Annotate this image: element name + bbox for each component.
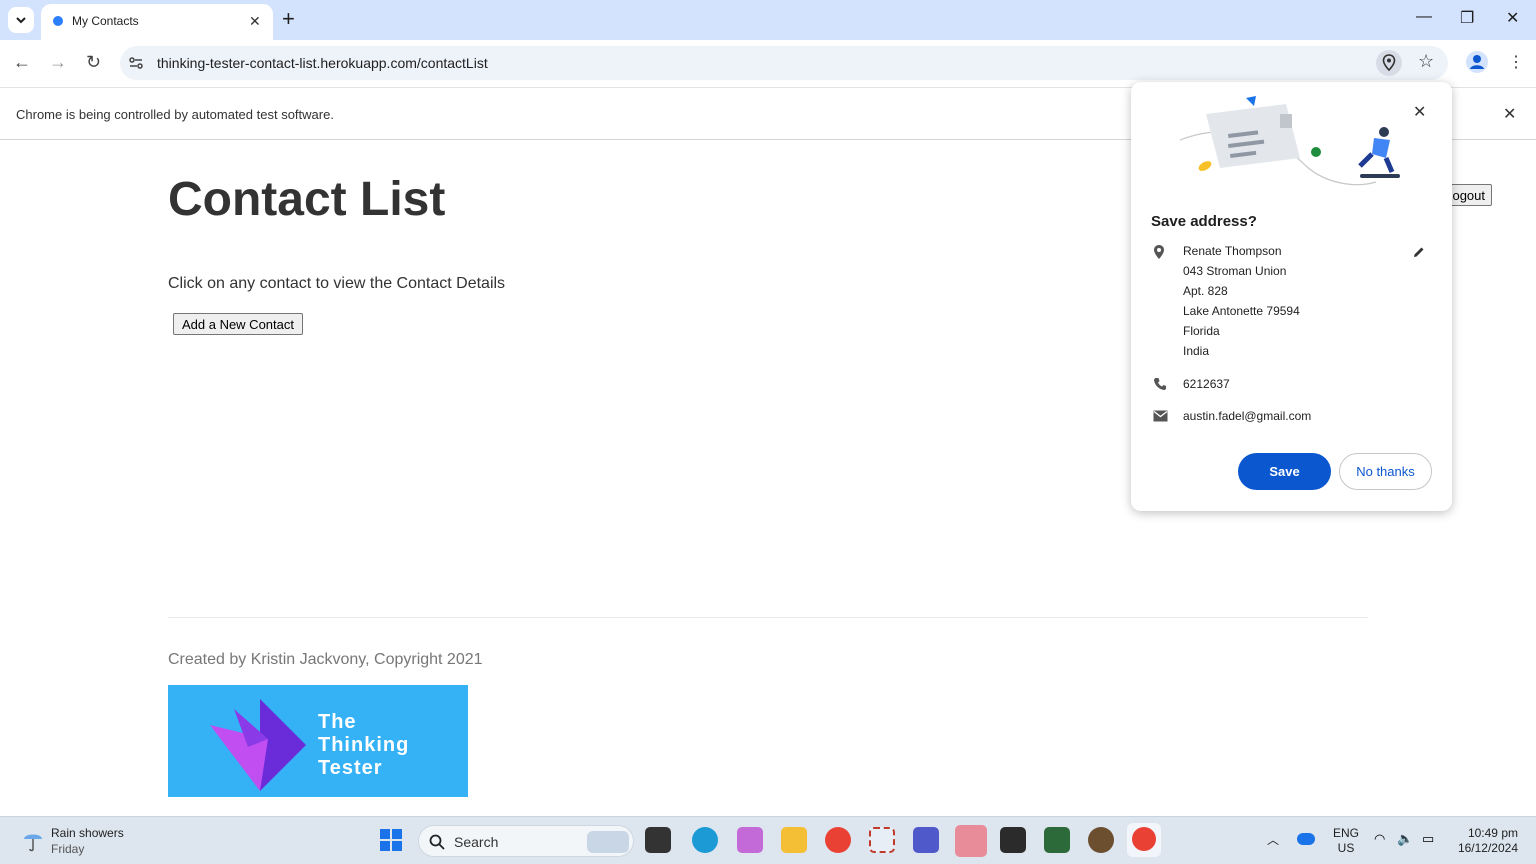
browser-toolbar: ← → ↻ thinking-tester-contact-list.herok… (0, 40, 1536, 87)
clock[interactable]: 10:49 pm 16/12/2024 (1450, 826, 1518, 856)
logo-word-tester: Tester (318, 757, 383, 779)
page-title: Contact List (168, 173, 446, 226)
xmind-icon[interactable] (955, 825, 987, 857)
infobar-message: Chrome is being controlled by automated … (16, 107, 334, 122)
app-badge-icon[interactable] (1088, 827, 1114, 853)
minimize-icon[interactable]: — (1416, 8, 1432, 26)
site-info-icon[interactable] (128, 55, 144, 71)
address-name: Renate Thompson (1183, 244, 1282, 258)
onedrive-icon[interactable] (1297, 833, 1315, 845)
infobar-close-icon[interactable]: ✕ (1503, 104, 1516, 124)
location-pin-icon[interactable] (1376, 50, 1402, 76)
language-indicator[interactable]: ENG US (1333, 826, 1359, 856)
popup-close-icon[interactable]: ✕ (1413, 102, 1426, 122)
save-address-popup: ✕ Save address? Renate Thompson 043 Stro… (1131, 82, 1452, 511)
tab-close-icon[interactable]: ✕ (249, 13, 261, 30)
edge-icon[interactable] (692, 827, 718, 853)
taskbar-search[interactable]: Search (418, 825, 634, 857)
phone-number: 6212637 (1183, 377, 1230, 391)
task-view-icon[interactable] (645, 827, 671, 853)
search-label: Search (454, 834, 499, 850)
address-state: Florida (1183, 324, 1220, 338)
terminal-icon[interactable] (1000, 827, 1026, 853)
wifi-icon[interactable]: ◠ (1374, 831, 1385, 847)
bookmark-star-icon[interactable]: ☆ (1418, 51, 1434, 72)
windows-taskbar: Rain showers Friday Search ︿ ENG US ◠ 🔈 … (0, 816, 1536, 864)
address-city-zip: Lake Antonette 79594 (1183, 304, 1300, 318)
lang-code: ENG (1333, 826, 1360, 840)
favicon-icon (53, 16, 63, 26)
email-icon (1153, 410, 1168, 422)
phone-icon (1154, 378, 1166, 390)
address-country: India (1183, 344, 1210, 358)
footer-copyright: Created by Kristin Jackvony, Copyright 2… (168, 651, 483, 668)
restore-icon[interactable]: ❐ (1460, 8, 1474, 28)
chrome-active-icon[interactable] (1127, 823, 1161, 857)
teams-icon[interactable] (913, 827, 939, 853)
thinking-tester-logo: The Thinking Tester (168, 685, 468, 797)
reload-icon[interactable]: ↻ (86, 52, 101, 73)
clock-date: 16/12/2024 (1457, 841, 1518, 855)
url-text: thinking-tester-contact-list.herokuapp.c… (157, 55, 488, 71)
popup-title: Save address? (1151, 213, 1257, 230)
email-address: austin.fadel@gmail.com (1183, 409, 1312, 423)
back-icon[interactable]: ← (13, 52, 31, 73)
volume-icon[interactable]: 🔈 (1397, 831, 1413, 847)
no-thanks-button[interactable]: No thanks (1339, 453, 1432, 490)
address-bar[interactable]: thinking-tester-contact-list.herokuapp.c… (120, 46, 1448, 80)
search-highlight-icon (587, 831, 629, 853)
edit-pencil-icon[interactable] (1412, 245, 1426, 259)
forward-icon[interactable]: → (49, 52, 67, 73)
logo-mark-icon (210, 699, 306, 791)
add-contact-button[interactable]: Add a New Contact (173, 313, 303, 335)
rain-weather-icon[interactable] (20, 827, 46, 853)
address-street: 043 Stroman Union (1183, 264, 1287, 278)
chrome-icon[interactable] (825, 827, 851, 853)
battery-icon[interactable]: ▭ (1422, 831, 1434, 847)
lang-region: US (1337, 841, 1355, 855)
tab-title: My Contacts (72, 14, 139, 28)
weather-condition: Rain showers (51, 826, 124, 840)
kebab-menu-icon[interactable]: ⋮ (1508, 52, 1524, 72)
sticky-notes-icon[interactable] (1044, 827, 1070, 853)
tray-overflow-icon[interactable]: ︿ (1267, 831, 1279, 848)
window-close-icon[interactable]: ✕ (1506, 8, 1519, 28)
clock-time: 10:49 pm (1467, 826, 1518, 840)
address-apt: Apt. 828 (1183, 284, 1228, 298)
new-tab-icon[interactable]: + (282, 6, 295, 32)
logo-word-thinking: Thinking (318, 734, 410, 756)
instructions-text: Click on any contact to view the Contact… (168, 275, 506, 292)
tab-my-contacts[interactable]: My Contacts ✕ (41, 4, 273, 40)
location-pin-icon (1154, 245, 1164, 259)
chrome-logo-icon (1132, 827, 1156, 851)
weather-day: Friday (51, 842, 85, 856)
mail-illustration-icon (1179, 96, 1400, 186)
footer-divider (168, 617, 1368, 618)
tab-search-button[interactable] (8, 7, 34, 33)
weather-widget[interactable]: Rain showers Friday (51, 825, 124, 857)
copilot-icon[interactable] (737, 827, 763, 853)
save-address-button[interactable]: Save (1238, 453, 1331, 490)
chevron-down-icon (16, 17, 26, 24)
file-explorer-icon[interactable] (781, 827, 807, 853)
profile-avatar-icon[interactable] (1466, 51, 1488, 73)
logo-word-the: The (318, 711, 357, 733)
snipping-tool-icon[interactable] (869, 827, 895, 853)
windows-start-icon[interactable] (380, 829, 402, 851)
search-icon (429, 834, 445, 850)
tab-strip: My Contacts ✕ + — ❐ ✕ (0, 0, 1536, 40)
